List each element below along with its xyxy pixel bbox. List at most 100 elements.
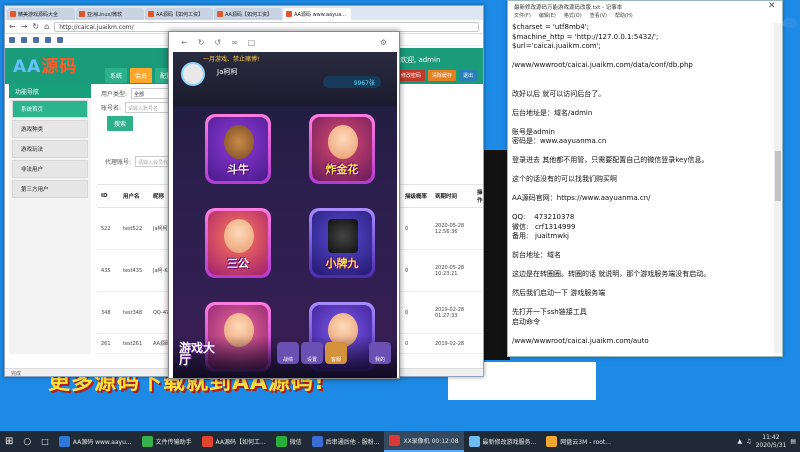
browser-tab[interactable]: AA源码【如何工资】 [145, 8, 213, 20]
browser-icon [201, 436, 213, 447]
change-password-button[interactable]: 修改密码 [397, 70, 426, 81]
clear-cache-button[interactable]: 清除缓存 [428, 70, 457, 81]
player-avatar[interactable] [181, 62, 205, 86]
notepad-icon [468, 436, 480, 447]
taskbar-app[interactable]: 文件传输助手 [137, 431, 197, 452]
notepad-line [512, 52, 770, 62]
browser-tab[interactable]: AA源码【如何工资】 [214, 8, 282, 20]
browser-tab[interactable]: 亚洲Linux/微软 [76, 8, 144, 20]
notepad-line: 然后我们启动一下 游戏服务端 [512, 289, 606, 297]
refresh-icon[interactable]: ↻ [32, 22, 39, 31]
notepad-line [512, 261, 770, 271]
screenshot-icon[interactable]: □ [248, 38, 256, 47]
nav-system[interactable]: 系统 [105, 68, 128, 83]
notepad-line: 备用: juaitmwkj [512, 232, 569, 240]
start-button[interactable]: ⊞ [0, 431, 18, 452]
game-card-zhajinhua[interactable]: 炸金花 [309, 114, 375, 184]
bull-icon [224, 125, 254, 159]
bookmark-icon[interactable] [57, 36, 63, 43]
character-icon [328, 125, 358, 159]
browser-tab-active[interactable]: AA源码 www.aayua... [283, 8, 351, 20]
game-hall-title: 游戏大厅 [179, 341, 216, 367]
game-card-douniu[interactable]: 斗牛 [205, 114, 271, 184]
cloud-icon[interactable] [783, 18, 797, 28]
character-icon [224, 219, 254, 253]
sidebar-item-game-types[interactable]: 游戏种类 [12, 120, 88, 138]
sidebar-item-illegal-users[interactable]: 非法用户 [12, 160, 88, 178]
rotate-icon[interactable]: ↺ [214, 38, 221, 47]
welcome-text: 欢迎, admin [400, 56, 441, 64]
taskbar: ⊞ ○ □ AA源码 www.aayu... 文件传输助手 AA源码【如何工..… [0, 431, 800, 452]
dominoes-icon [328, 219, 358, 253]
volume-icon[interactable]: ♫ [746, 438, 751, 445]
taskbar-app[interactable]: XX录像机 00:12:08 [384, 431, 464, 452]
sidebar-title: 功能导航 [9, 84, 91, 98]
bookmark-icon[interactable] [9, 36, 15, 43]
notepad-line [512, 71, 770, 81]
sidebar-item-home[interactable]: 系统首页 [12, 100, 88, 118]
search-button[interactable]: ○ [18, 431, 36, 452]
notepad-line: 后台地址是：域名/admin [512, 108, 593, 117]
game-card-sangong[interactable]: 三公 [205, 208, 271, 278]
menu-format[interactable]: 格式(O) [564, 12, 582, 19]
site-favicon-icon [286, 11, 292, 17]
taskbar-app[interactable]: 网盘云3M - root... [541, 431, 616, 452]
notepad-line: 这边是在转圈圈。转圈的话 就说明，那个游戏服务端没有启动。 [512, 270, 711, 278]
file-transfer-icon [141, 436, 153, 447]
taskbar-app[interactable]: AA源码【如何工... [197, 431, 271, 452]
notification-icon[interactable]: ▤ [790, 438, 796, 445]
bookmark-icon[interactable] [33, 36, 39, 43]
notepad-line: 密码是：www.aayuanma.cn [512, 137, 607, 145]
close-icon[interactable]: ✕ [768, 1, 776, 11]
logout-button[interactable]: 退出 [459, 70, 478, 81]
settings-button[interactable]: 设置 [301, 342, 323, 364]
notepad-line [512, 280, 770, 290]
sidebar-item-third-party[interactable]: 第三方用户 [12, 180, 88, 198]
scrollbar-thumb[interactable] [775, 151, 781, 201]
record-button[interactable]: 战绩 [277, 342, 299, 364]
notepad-line: 启动命令 [512, 317, 540, 326]
notepad-line: 微信: crf1314999 [512, 222, 576, 231]
back-arrow-icon[interactable]: ← [9, 22, 16, 31]
clock[interactable]: 11:42 2020/5/31 [756, 434, 787, 450]
service-button[interactable]: 客服 [325, 342, 347, 364]
network-icon[interactable]: ▲ [738, 438, 743, 445]
site-favicon-icon [79, 11, 85, 17]
notepad-line [512, 242, 770, 252]
link-icon[interactable]: ∞ [231, 38, 238, 47]
menu-help[interactable]: 帮助(H) [615, 12, 633, 19]
home-icon[interactable]: ⌂ [44, 22, 49, 31]
notepad-line: 先打开一下ssh链接工具 [512, 308, 587, 316]
taskbar-app[interactable]: 后串通后他 - 服粉... [307, 431, 385, 452]
bookmark-icon[interactable] [45, 36, 51, 43]
sidebar-item-game-rules[interactable]: 游戏玩法 [12, 140, 88, 158]
search-button[interactable]: 搜索 [107, 116, 134, 131]
game-card-xiaopaijiu[interactable]: 小牌九 [309, 208, 375, 278]
notepad-window: 最新修改源码万能游戏源码改版.txt - 记事本 文件(F) 编辑(E) 格式(… [507, 0, 783, 357]
site-favicon-icon [217, 11, 223, 17]
refresh-icon[interactable]: ↻ [198, 38, 205, 47]
task-view-button[interactable]: □ [36, 431, 54, 452]
menu-file[interactable]: 文件(F) [514, 12, 531, 19]
back-arrow-icon[interactable]: ← [181, 38, 188, 47]
settings-icon[interactable]: ⚙ [380, 38, 387, 47]
nav-member[interactable]: 会员 [130, 68, 153, 83]
address-bar[interactable]: http://caicai.juaikm.com/ [54, 21, 479, 32]
terminal-icon [546, 436, 558, 447]
profile-button[interactable]: 我的 [369, 342, 391, 364]
forward-arrow-icon[interactable]: → [21, 22, 28, 31]
menu-edit[interactable]: 编辑(E) [539, 12, 556, 19]
bookmark-icon[interactable] [21, 36, 27, 43]
notepad-text-area[interactable]: $charset = 'utf8mb4'; $machine_http = 'ht… [512, 23, 770, 353]
game-window: ← ↻ ↺ ∞ □ ⚙ 一月游戏、禁止赌博! Ja柯柯 9967张 斗牛 炸金花 [168, 31, 400, 379]
browser-tab[interactable]: 精美游戏源码大全 [7, 8, 75, 20]
notepad-line: 账号是admin [512, 127, 555, 136]
taskbar-app[interactable]: 微信 [271, 431, 307, 452]
site-favicon-icon [10, 11, 16, 17]
taskbar-app[interactable]: 最新修改游戏服务... [464, 431, 542, 452]
notepad-line: /www/wwwroot/caicai.juaikm.com/auto [512, 336, 649, 345]
notepad-line [512, 118, 770, 128]
taskbar-app[interactable]: AA源码 www.aayu... [54, 431, 137, 452]
menu-view[interactable]: 查看(V) [590, 12, 607, 19]
admin-sidebar: 功能导航 系统首页 游戏种类 游戏玩法 非法用户 第三方用户 [9, 84, 91, 354]
